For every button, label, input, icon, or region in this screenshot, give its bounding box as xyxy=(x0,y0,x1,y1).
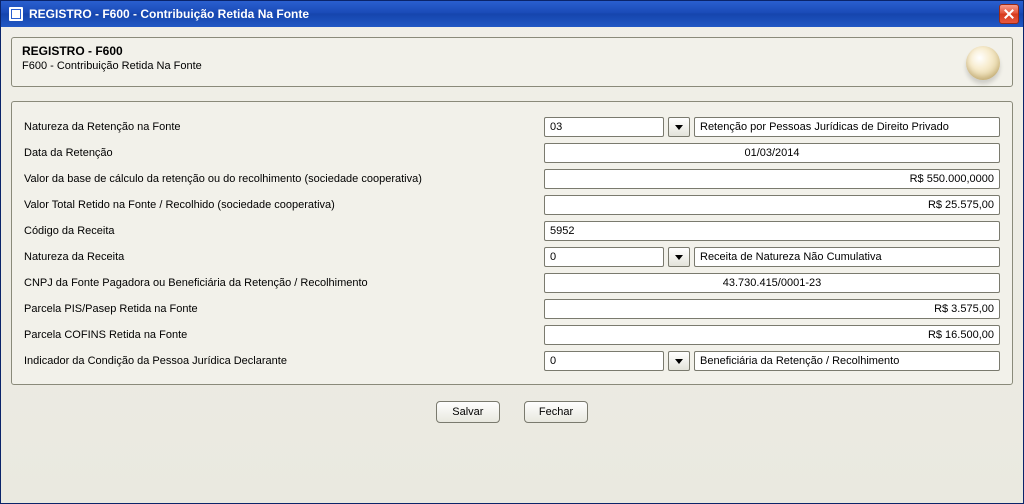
dropdown-indicador[interactable] xyxy=(668,351,690,371)
label-cnpj: CNPJ da Fonte Pagadora ou Beneficiária d… xyxy=(24,277,544,289)
form-header-title: REGISTRO - F600 xyxy=(22,44,1002,58)
form-header-icon xyxy=(966,46,1000,80)
input-codigo-receita[interactable] xyxy=(544,221,1000,241)
chevron-down-icon xyxy=(675,255,683,260)
label-natureza-retencao: Natureza da Retenção na Fonte xyxy=(24,121,544,133)
label-natureza-receita: Natureza da Receita xyxy=(24,251,544,263)
form-body: Natureza da Retenção na Fonte Retenção p… xyxy=(11,101,1013,385)
row-data-retencao: Data da Retenção 01/03/2014 xyxy=(24,142,1000,164)
desc-natureza-receita: Receita de Natureza Não Cumulativa xyxy=(694,247,1000,267)
label-parcela-cofins: Parcela COFINS Retida na Fonte xyxy=(24,329,544,341)
salvar-button[interactable]: Salvar xyxy=(436,401,500,423)
chevron-down-icon xyxy=(675,359,683,364)
titlebar: REGISTRO - F600 - Contribuição Retida Na… xyxy=(1,1,1023,27)
content-area: REGISTRO - F600 F600 - Contribuição Reti… xyxy=(1,27,1023,433)
input-natureza-retencao-code[interactable] xyxy=(544,117,664,137)
label-valor-total-retido: Valor Total Retido na Fonte / Recolhido … xyxy=(24,199,544,211)
dropdown-natureza-retencao[interactable] xyxy=(668,117,690,137)
value-cnpj[interactable]: 43.730.415/0001-23 xyxy=(544,273,1000,293)
app-icon xyxy=(9,7,23,21)
label-parcela-pis: Parcela PIS/Pasep Retida na Fonte xyxy=(24,303,544,315)
row-parcela-cofins: Parcela COFINS Retida na Fonte R$ 16.500… xyxy=(24,324,1000,346)
value-data-retencao[interactable]: 01/03/2014 xyxy=(544,143,1000,163)
chevron-down-icon xyxy=(675,125,683,130)
window-title: REGISTRO - F600 - Contribuição Retida Na… xyxy=(29,7,999,21)
form-header-subtitle: F600 - Contribuição Retida Na Fonte xyxy=(22,60,1002,72)
input-indicador-code[interactable] xyxy=(544,351,664,371)
value-valor-total-retido[interactable]: R$ 25.575,00 xyxy=(544,195,1000,215)
label-data-retencao: Data da Retenção xyxy=(24,147,544,159)
row-cnpj: CNPJ da Fonte Pagadora ou Beneficiária d… xyxy=(24,272,1000,294)
desc-natureza-retencao: Retenção por Pessoas Jurídicas de Direit… xyxy=(694,117,1000,137)
row-valor-base: Valor da base de cálculo da retenção ou … xyxy=(24,168,1000,190)
label-codigo-receita: Código da Receita xyxy=(24,225,544,237)
row-parcela-pis: Parcela PIS/Pasep Retida na Fonte R$ 3.5… xyxy=(24,298,1000,320)
value-parcela-cofins[interactable]: R$ 16.500,00 xyxy=(544,325,1000,345)
close-button[interactable] xyxy=(999,4,1019,24)
row-valor-total-retido: Valor Total Retido na Fonte / Recolhido … xyxy=(24,194,1000,216)
row-codigo-receita: Código da Receita xyxy=(24,220,1000,242)
desc-indicador: Beneficiária da Retenção / Recolhimento xyxy=(694,351,1000,371)
label-valor-base: Valor da base de cálculo da retenção ou … xyxy=(24,173,544,185)
row-natureza-receita: Natureza da Receita Receita de Natureza … xyxy=(24,246,1000,268)
form-header: REGISTRO - F600 F600 - Contribuição Reti… xyxy=(11,37,1013,87)
dropdown-natureza-receita[interactable] xyxy=(668,247,690,267)
button-row: Salvar Fechar xyxy=(11,401,1013,423)
input-natureza-receita-code[interactable] xyxy=(544,247,664,267)
row-natureza-retencao: Natureza da Retenção na Fonte Retenção p… xyxy=(24,116,1000,138)
app-window: REGISTRO - F600 - Contribuição Retida Na… xyxy=(0,0,1024,504)
value-valor-base[interactable]: R$ 550.000,0000 xyxy=(544,169,1000,189)
label-indicador: Indicador da Condição da Pessoa Jurídica… xyxy=(24,355,544,367)
row-indicador: Indicador da Condição da Pessoa Jurídica… xyxy=(24,350,1000,372)
close-icon xyxy=(1004,9,1014,19)
value-parcela-pis[interactable]: R$ 3.575,00 xyxy=(544,299,1000,319)
fechar-button[interactable]: Fechar xyxy=(524,401,588,423)
